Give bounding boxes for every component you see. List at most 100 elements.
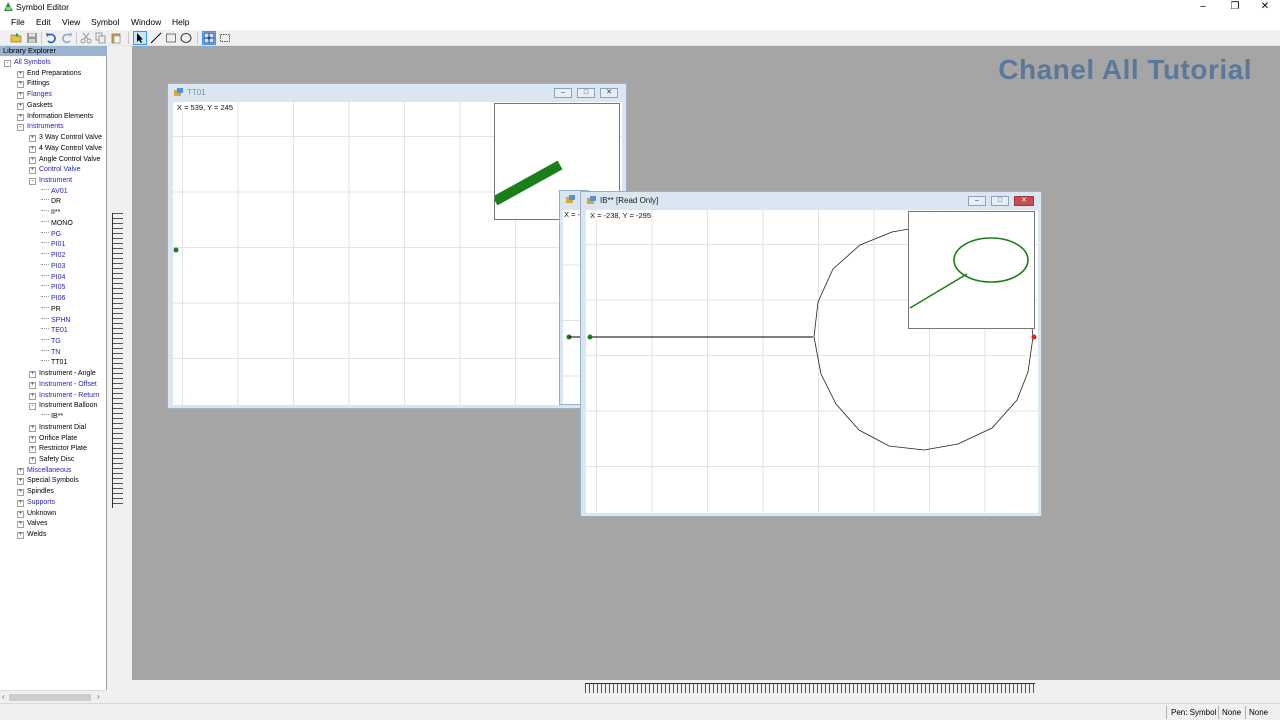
- expand-icon[interactable]: +: [17, 510, 24, 518]
- tree-item[interactable]: + Instrument - Offset: [29, 379, 97, 390]
- tree-item[interactable]: PG: [41, 229, 61, 240]
- tree-item[interactable]: SPHN: [41, 315, 70, 326]
- expand-icon[interactable]: +: [29, 381, 36, 389]
- save-icon[interactable]: [26, 32, 38, 44]
- tree-item[interactable]: II**: [41, 207, 60, 218]
- tree-item[interactable]: DR: [41, 196, 61, 207]
- expand-icon[interactable]: +: [17, 499, 24, 507]
- window-maximize-button[interactable]: □: [577, 88, 595, 98]
- expand-icon[interactable]: +: [29, 145, 36, 153]
- expand-icon[interactable]: +: [17, 81, 24, 89]
- expand-icon[interactable]: +: [17, 102, 24, 110]
- window-title-bar[interactable]: IB** [Read Only] – □ ✕: [581, 192, 1041, 209]
- menu-help[interactable]: Help: [172, 17, 189, 27]
- minimize-button[interactable]: –: [1186, 0, 1220, 15]
- tree-item[interactable]: + Instrument - Return: [29, 390, 99, 401]
- expand-icon[interactable]: +: [17, 92, 24, 100]
- tree-item[interactable]: TT01: [41, 357, 67, 368]
- tree-item[interactable]: IB**: [41, 411, 63, 422]
- collapse-icon[interactable]: -: [17, 124, 24, 132]
- menu-file[interactable]: File: [11, 17, 25, 27]
- maximize-button[interactable]: ❐: [1218, 0, 1252, 15]
- window-maximize-button[interactable]: □: [991, 196, 1009, 206]
- tree-item[interactable]: + Information Elements: [17, 111, 93, 122]
- tree-item[interactable]: +3 Way Control Valve: [29, 132, 102, 143]
- tree-item[interactable]: + Angle Control Valve: [29, 154, 100, 165]
- tree-item[interactable]: + Supports: [17, 497, 55, 508]
- tree-item[interactable]: + Flanges: [17, 89, 52, 100]
- tree-item[interactable]: PI03: [41, 261, 65, 272]
- tree-item[interactable]: + Spindles: [17, 486, 54, 497]
- collapse-icon[interactable]: -: [29, 403, 36, 411]
- tree-item[interactable]: + Valves: [17, 518, 48, 529]
- tree-item[interactable]: AV01: [41, 186, 68, 197]
- tree-item[interactable]: PI01: [41, 239, 65, 250]
- tree-item[interactable]: - Instruments: [17, 121, 64, 132]
- rectangle-tool-icon[interactable]: [165, 32, 177, 44]
- window-close-button[interactable]: ✕: [600, 88, 618, 98]
- copy-icon[interactable]: [95, 32, 107, 44]
- drawing-canvas[interactable]: X = 539, Y = 245: [173, 102, 622, 405]
- expand-icon[interactable]: +: [29, 435, 36, 443]
- cut-icon[interactable]: [80, 32, 92, 44]
- origin-point[interactable]: [173, 247, 179, 253]
- pointer-icon[interactable]: [133, 31, 147, 45]
- tree-item[interactable]: + Orifice Plate: [29, 433, 77, 444]
- ellipse-tool-icon[interactable]: [180, 32, 192, 44]
- tree-item[interactable]: + Unknown: [17, 508, 56, 519]
- expand-icon[interactable]: +: [29, 156, 36, 164]
- menu-view[interactable]: View: [62, 17, 80, 27]
- tree-item[interactable]: + Instrument Dial: [29, 422, 86, 433]
- redo-icon[interactable]: [61, 32, 73, 44]
- window-title-bar[interactable]: TT01 – □ ✕: [168, 84, 626, 101]
- expand-icon[interactable]: +: [29, 392, 36, 400]
- tree-item[interactable]: TE01: [41, 325, 68, 336]
- expand-icon[interactable]: +: [29, 446, 36, 454]
- symbol-window-tt01[interactable]: TT01 – □ ✕ X = 539, Y = 245: [167, 83, 627, 409]
- expand-icon[interactable]: +: [17, 489, 24, 497]
- scroll-right-icon[interactable]: ›: [97, 692, 100, 701]
- menu-edit[interactable]: Edit: [36, 17, 51, 27]
- window-minimize-button[interactable]: –: [968, 196, 986, 206]
- tree-item[interactable]: TN: [41, 347, 60, 358]
- window-minimize-button[interactable]: –: [554, 88, 572, 98]
- scrollbar-thumb[interactable]: [9, 694, 91, 701]
- tree-item[interactable]: - All Symbols: [4, 57, 51, 68]
- drawing-canvas[interactable]: X = -238, Y = -295: [586, 210, 1038, 513]
- tree-item[interactable]: - Instrument: [29, 175, 72, 186]
- tree-item[interactable]: PI05: [41, 282, 65, 293]
- expand-icon[interactable]: +: [29, 135, 36, 143]
- selected-point[interactable]: [1031, 334, 1037, 340]
- window-close-button[interactable]: ✕: [1014, 196, 1034, 206]
- tree-item[interactable]: TG: [41, 336, 61, 347]
- select-area-icon[interactable]: [219, 32, 231, 44]
- menu-window[interactable]: Window: [131, 17, 161, 27]
- tree-item[interactable]: PR: [41, 304, 61, 315]
- tree-item[interactable]: + End Preparations: [17, 68, 81, 79]
- tree-item[interactable]: - Instrument Balloon: [29, 400, 97, 411]
- explorer-horizontal-scrollbar[interactable]: ‹ ›: [0, 690, 107, 703]
- tree-item[interactable]: PI04: [41, 272, 65, 283]
- expand-icon[interactable]: +: [17, 532, 24, 540]
- symbol-window-ib[interactable]: IB** [Read Only] – □ ✕ X = -238, Y = -29…: [580, 191, 1042, 517]
- tree-item[interactable]: MONO: [41, 218, 73, 229]
- expand-icon[interactable]: +: [29, 424, 36, 432]
- expand-icon[interactable]: +: [17, 467, 24, 475]
- tree-item[interactable]: PI06: [41, 293, 65, 304]
- tree-item[interactable]: PI02: [41, 250, 65, 261]
- tree-item[interactable]: +4 Way Control Valve: [29, 143, 102, 154]
- expand-icon[interactable]: +: [17, 521, 24, 529]
- tree-item[interactable]: + Restrictor Plate: [29, 443, 87, 454]
- scroll-left-icon[interactable]: ‹: [2, 692, 5, 701]
- tree-item[interactable]: + Fittings: [17, 78, 50, 89]
- expand-icon[interactable]: +: [29, 457, 36, 464]
- expand-icon[interactable]: +: [29, 167, 36, 175]
- collapse-icon[interactable]: -: [4, 60, 11, 67]
- paste-icon[interactable]: [110, 32, 122, 44]
- tree-item[interactable]: + Welds: [17, 529, 46, 540]
- menu-symbol[interactable]: Symbol: [91, 17, 119, 27]
- tree-item[interactable]: + Control Valve: [29, 164, 81, 175]
- close-button[interactable]: ✕: [1248, 0, 1280, 15]
- expand-icon[interactable]: +: [17, 478, 24, 486]
- line-tool-icon[interactable]: [150, 32, 162, 44]
